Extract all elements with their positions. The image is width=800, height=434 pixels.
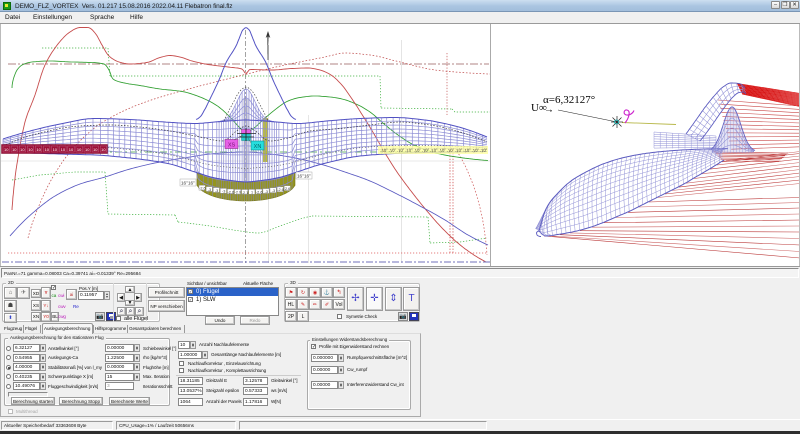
svg-text:10: 10 [28, 147, 33, 152]
svg-text:10: 10 [53, 147, 58, 152]
svg-text:-2.6: -2.6 [256, 190, 263, 194]
svg-text:-2.1: -2.1 [242, 191, 249, 195]
svg-text:XN: XN [254, 144, 262, 150]
svg-text:-3: -3 [272, 189, 275, 193]
svg-text:16°16°: 16°16° [181, 181, 195, 186]
svg-text:10: 10 [20, 147, 25, 152]
svg-text:10: 10 [61, 147, 66, 152]
svg-text:10: 10 [101, 147, 106, 152]
svg-text:-3: -3 [208, 188, 211, 192]
svg-text:10: 10 [12, 147, 17, 152]
svg-text:-2.6: -2.6 [228, 190, 235, 194]
svg-text:-3: -3 [215, 189, 218, 193]
svg-text:-3: -3 [265, 190, 268, 194]
svg-text:-2.6: -2.6 [277, 188, 284, 192]
svg-text:XS: XS [228, 143, 236, 149]
svg-text:10: 10 [85, 147, 90, 152]
svg-text:16°16°: 16°16° [297, 174, 311, 179]
svg-text:10: 10 [69, 147, 74, 152]
svg-text:10: 10 [44, 147, 49, 152]
svg-text:10: 10 [93, 147, 98, 152]
svg-text:2.6: 2.6 [285, 187, 290, 191]
svg-text:10: 10 [4, 147, 9, 152]
svg-text:10: 10 [77, 147, 82, 152]
svg-text:-3: -3 [222, 190, 225, 194]
svg-text:-2.9: -2.9 [235, 191, 242, 195]
svg-text:1: 1 [251, 191, 253, 195]
svg-text:→: → [544, 105, 554, 116]
svg-text:-2.6: -2.6 [199, 187, 206, 191]
svg-text:10: 10 [36, 147, 41, 152]
